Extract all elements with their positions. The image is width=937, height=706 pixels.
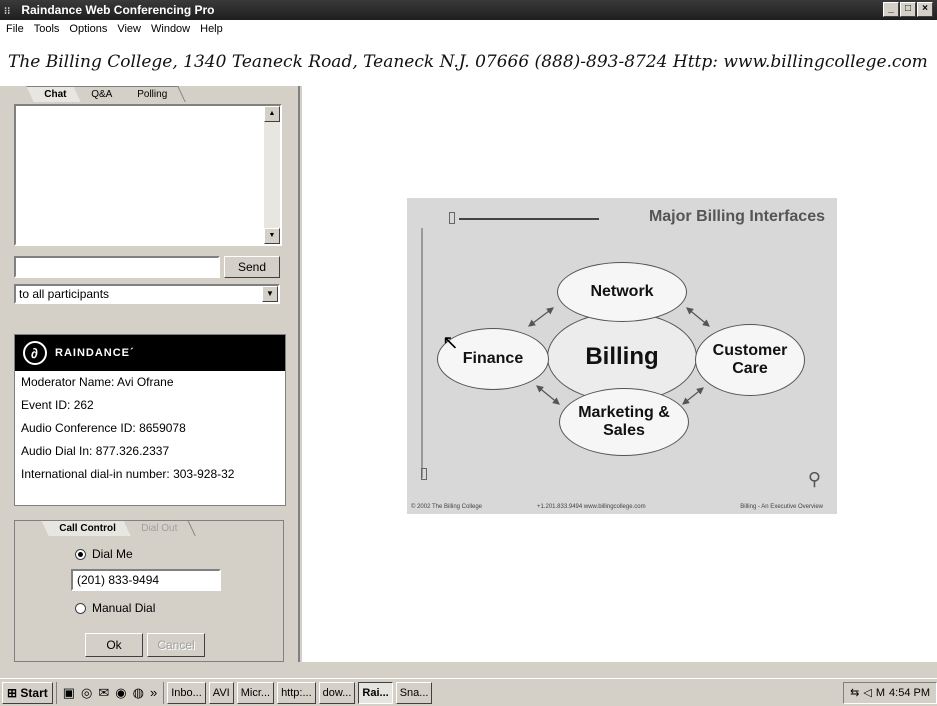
clock[interactable]: 4:54 PM (889, 687, 930, 699)
node-marketing-sales-label: Marketing & Sales (578, 404, 670, 439)
recipient-select[interactable]: to all participants ▼ (14, 284, 280, 304)
audio-dial-in: Audio Dial In: 877.326.2337 (21, 444, 170, 458)
tab-dial-out[interactable]: Dial Out (122, 520, 196, 536)
node-marketing-sales: Marketing & Sales (559, 388, 689, 456)
show-desktop-icon[interactable]: ▣ (63, 685, 75, 701)
manual-dial-radio[interactable]: Manual Dial (75, 601, 155, 615)
mouse-cursor-icon: ↖ (442, 332, 459, 354)
task-http[interactable]: http:... (277, 681, 316, 704)
scroll-up-icon[interactable]: ▲ (264, 106, 280, 122)
college-banner: The Billing College, 1340 Teaneck Road, … (0, 38, 937, 86)
menu-view[interactable]: View (117, 20, 141, 38)
slide-content: Major Billing Interfaces Billing Network… (407, 198, 837, 514)
window-titlebar: ⁝⁝ Raindance Web Conferencing Pro _ □ × (0, 0, 937, 20)
chat-input[interactable] (14, 256, 220, 278)
app-icon: ⁝⁝ (4, 6, 11, 17)
media-icon[interactable]: ◉ (115, 685, 126, 701)
raindance-logo-icon: ∂ (23, 341, 47, 365)
system-tray: ⇆ ◁ M 4:54 PM (843, 681, 937, 704)
chat-tabs: Chat Q&A Polling (26, 86, 187, 102)
ok-button[interactable]: Ok (85, 633, 143, 657)
menu-bar: File Tools Options View Window Help (0, 20, 937, 38)
close-button[interactable]: × (917, 2, 933, 17)
node-customer-care-label: Customer Care (712, 342, 788, 377)
menu-file[interactable]: File (6, 20, 24, 38)
tab-polling-label: Polling (137, 89, 168, 100)
slide-marker-bottom-icon (421, 468, 427, 480)
node-network: Network (557, 262, 687, 322)
task-inbox[interactable]: Inbo... (167, 681, 206, 704)
bottom-divider (302, 662, 937, 668)
scroll-down-icon[interactable]: ▼ (264, 228, 280, 244)
start-label: Start (20, 685, 48, 700)
volume-icon[interactable]: ◁ (863, 686, 871, 699)
tab-polling[interactable]: Polling (119, 86, 187, 102)
phone-number-input[interactable]: (201) 833-9494 (71, 569, 221, 591)
call-tabs: Call Control Dial Out (41, 520, 196, 536)
send-button[interactable]: Send (224, 256, 280, 278)
task-microsoft[interactable]: Micr... (236, 681, 275, 704)
radio-unselected-icon (75, 602, 86, 614)
minimize-button[interactable]: _ (883, 2, 899, 17)
node-customer-care: Customer Care (695, 324, 805, 396)
tab-call-control-label: Call Control (59, 523, 116, 534)
presentation-area: Major Billing Interfaces Billing Network… (302, 86, 937, 662)
menu-tools[interactable]: Tools (34, 20, 60, 38)
node-finance-label: Finance (462, 350, 524, 367)
slide: Major Billing Interfaces Billing Network… (407, 104, 837, 514)
raindance-logo-text: RAINDANCE´ (55, 347, 135, 359)
arrow-marketing-care (682, 387, 704, 405)
tab-chat-label: Chat (44, 89, 67, 100)
task-avi[interactable]: AVI (208, 681, 234, 704)
chat-log[interactable]: ▲ ▼ (14, 104, 282, 246)
recipient-value: to all participants (19, 287, 110, 301)
menu-help[interactable]: Help (200, 20, 223, 38)
taskbar: ⊞ Start ▣ ◎ ✉ ◉ ◍ » Inbo... AVI Micr... … (0, 678, 937, 706)
mail-icon[interactable]: ✉ (98, 685, 109, 701)
moderator-name: Moderator Name: Avi Ofrane (21, 375, 174, 389)
cancel-button[interactable]: Cancel (147, 633, 205, 657)
manual-dial-label: Manual Dial (92, 601, 156, 615)
call-control-panel: Call Control Dial Out Dial Me (201) 833-… (14, 520, 284, 662)
network-icon[interactable]: ⇆ (850, 686, 859, 699)
browser-icon[interactable]: ◎ (81, 685, 92, 701)
chat-icon[interactable]: ◍ (133, 685, 144, 701)
tab-call-control[interactable]: Call Control (41, 520, 135, 536)
slide-footer-mid: +1.201.833.9494 www.billingcollege.com (537, 504, 646, 510)
task-raindance[interactable]: Rai... (358, 681, 393, 704)
left-panel: Chat Q&A Polling ▲ ▼ Send to all partici… (0, 86, 300, 662)
task-downloads[interactable]: dow... (318, 681, 356, 704)
raindance-logo: ∂ RAINDANCE´ (15, 335, 285, 371)
arrow-finance-marketing (536, 385, 560, 405)
slide-footer-right: Billing - An Executive Overview (740, 504, 823, 510)
radio-selected-icon (75, 548, 86, 560)
audio-conference-id: Audio Conference ID: 8659078 (21, 421, 186, 435)
dial-me-radio[interactable]: Dial Me (75, 547, 133, 561)
maximize-button[interactable]: □ (900, 2, 916, 17)
more-icon[interactable]: » (150, 685, 157, 700)
start-button[interactable]: ⊞ Start (2, 681, 53, 704)
window-title: Raindance Web Conferencing Pro (21, 3, 215, 17)
windows-logo-icon: ⊞ (7, 685, 18, 700)
task-snagit[interactable]: Sna... (395, 681, 433, 704)
decorative-figure-icon: ⚲ (807, 469, 821, 489)
dial-me-label: Dial Me (92, 547, 133, 561)
international-dial-in: International dial-in number: 303-928-32 (21, 467, 235, 481)
quick-launch: ▣ ◎ ✉ ◉ ◍ » (55, 681, 165, 704)
tab-qa-label: Q&A (91, 89, 113, 100)
event-info: ∂ RAINDANCE´ Moderator Name: Avi Ofrane … (14, 334, 286, 506)
event-id: Event ID: 262 (21, 398, 94, 412)
slide-footer-left: © 2002 The Billing College (411, 504, 483, 510)
tab-dial-out-label: Dial Out (140, 523, 178, 534)
menu-options[interactable]: Options (69, 20, 107, 38)
node-billing-label: Billing (585, 343, 659, 370)
node-network-label: Network (590, 283, 654, 300)
window-controls: _ □ × (882, 2, 933, 17)
arrow-finance-network (528, 307, 554, 327)
menu-window[interactable]: Window (151, 20, 190, 38)
arrow-network-care (686, 307, 710, 327)
chevron-down-icon[interactable]: ▼ (262, 286, 278, 302)
chat-scrollbar[interactable]: ▲ ▼ (264, 106, 280, 244)
messenger-icon[interactable]: M (876, 687, 885, 699)
